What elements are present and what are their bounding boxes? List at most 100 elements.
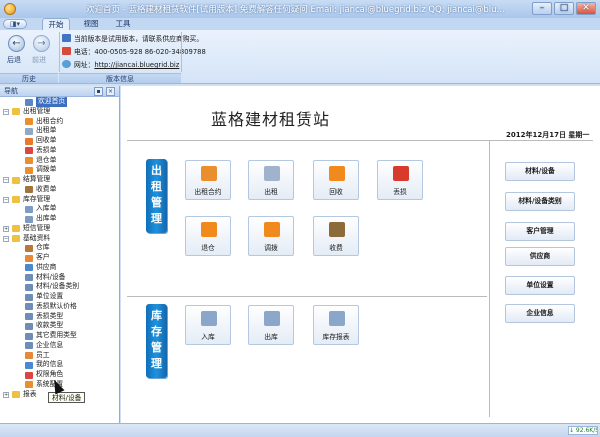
info-icon	[62, 34, 71, 42]
quick-link-button[interactable]: 企业信息	[505, 304, 575, 323]
forward-button[interactable]: →	[33, 35, 50, 52]
navigation-tree: 欢迎首页 − 出租管理 出租合约 出租单 回收单 丢损单 退仓单 调拨单 − 结算管理 收费单 − 库存管…	[0, 97, 119, 399]
expand-icon[interactable]: +	[3, 391, 9, 398]
tree-item-label: 供应商	[36, 262, 57, 271]
tree-item[interactable]: 丢损单	[0, 146, 119, 156]
tab-start[interactable]: 开始	[42, 18, 70, 30]
tree-folder[interactable]: − 出租管理	[0, 107, 119, 117]
status-bar: ↓ 92.6K/S ↑	[0, 423, 600, 437]
tile-stock-in[interactable]: 入库	[185, 305, 231, 345]
tree-item[interactable]: 收费单	[0, 185, 119, 195]
contract-icon	[201, 166, 217, 181]
tree-item[interactable]: 供应商	[0, 263, 119, 273]
tree-item[interactable]: 出租单	[0, 126, 119, 136]
tree-item[interactable]: 企业信息	[0, 341, 119, 351]
page-title: 蓝格建材租赁站	[211, 110, 331, 129]
tree-item-label: 其它费用类型	[36, 331, 77, 339]
tile-label: 收费	[329, 244, 343, 252]
document-icon	[25, 127, 33, 135]
tree-item-label: 出租管理	[23, 106, 51, 115]
tree-item[interactable]: 员工	[0, 351, 119, 361]
tab-view[interactable]: 视图	[78, 18, 104, 30]
moneybag-icon	[329, 222, 345, 237]
tree-item[interactable]: 客户	[0, 253, 119, 263]
tile-label: 丢损	[393, 188, 407, 196]
tile-stock-out[interactable]: 出库	[248, 305, 294, 345]
tree-item[interactable]: 我的信息	[0, 360, 119, 370]
quick-link-button[interactable]: 材料/设备	[505, 162, 575, 181]
collapse-icon[interactable]: −	[3, 235, 9, 242]
tile-report[interactable]: 库存报表	[313, 305, 359, 345]
ribbon-tab-bar: ◨▾ 开始 视图 工具	[0, 18, 600, 30]
minimize-button[interactable]: –	[532, 2, 552, 15]
recycle-icon	[329, 166, 345, 181]
collapse-icon[interactable]: −	[3, 177, 9, 183]
tree-item[interactable]: 丢损默认价格	[0, 302, 119, 312]
tab-tools[interactable]: 工具	[110, 18, 136, 30]
tile-contract[interactable]: 出租合约	[185, 160, 231, 200]
arrow-left-icon: ←	[12, 38, 21, 49]
tree-item[interactable]: 其它费用类型	[0, 331, 119, 341]
quick-link-button[interactable]: 单位设置	[505, 276, 575, 295]
tree-item-label: 单位设置	[36, 292, 64, 300]
quick-link-button[interactable]: 供应商	[505, 247, 575, 266]
app-logo-icon[interactable]	[4, 3, 16, 15]
tree-item[interactable]: 收款类型	[0, 321, 119, 331]
return-icon	[25, 157, 33, 164]
tile-rent[interactable]: 出租	[248, 160, 294, 200]
tree-item-label: 收款类型	[36, 321, 64, 330]
tree-item-label: 材料/设备	[36, 272, 66, 281]
sidebar-title: 导航	[4, 87, 18, 95]
tile-return[interactable]: 退仓	[185, 216, 231, 256]
tile-moneybag[interactable]: 收费	[313, 216, 359, 256]
tree-item[interactable]: 材料/设备类别	[0, 282, 119, 292]
tree-item-label: 我的信息	[36, 360, 64, 369]
sidebar-close-button[interactable]: ×	[106, 87, 115, 96]
tree-item[interactable]: 调拨单	[0, 165, 119, 175]
tree-item-label: 丢损类型	[36, 311, 64, 320]
collapse-icon[interactable]: −	[3, 196, 9, 203]
tile-recycle[interactable]: 回收	[313, 160, 359, 200]
customer-icon	[25, 254, 33, 262]
tile-label: 出租	[264, 188, 278, 196]
tree-folder[interactable]: + 短信管理	[0, 224, 119, 234]
transfer-icon	[264, 222, 280, 237]
tree-item[interactable]: 单位设置	[0, 292, 119, 302]
tree-item[interactable]: 权限角色	[0, 370, 119, 380]
tree-item[interactable]: 回收单	[0, 136, 119, 146]
tree-item[interactable]: 欢迎首页	[0, 97, 119, 107]
quick-link-button[interactable]: 材料/设备类别	[505, 192, 575, 211]
folder-icon	[12, 108, 20, 116]
tree-item[interactable]: 出库单	[0, 214, 119, 224]
tree-item[interactable]: 材料/设备	[0, 273, 119, 283]
tile-damage[interactable]: 丢损	[377, 160, 423, 200]
expand-icon[interactable]: +	[3, 225, 9, 232]
divider	[127, 296, 487, 297]
history-group: ← → 后退 前进 历史	[0, 30, 58, 83]
tree-item[interactable]: 仓库	[0, 243, 119, 253]
profile-icon	[25, 361, 33, 369]
collapse-icon[interactable]: −	[3, 108, 9, 115]
tree-item[interactable]: 出租合约	[0, 117, 119, 127]
website-link[interactable]: http://jiancai.bluegrid.biz	[94, 61, 179, 69]
quick-access-menu-button[interactable]: ◨▾	[3, 19, 27, 29]
close-button[interactable]: ✕	[576, 2, 596, 15]
quick-link-button[interactable]: 客户管理	[505, 222, 575, 241]
role-icon	[25, 371, 33, 379]
back-button[interactable]: ←	[8, 35, 25, 52]
tooltip: 材料/设备	[48, 392, 86, 403]
sidebar-pin-button[interactable]: ▪	[94, 87, 103, 96]
maximize-button[interactable]: □	[554, 2, 574, 15]
tree-folder[interactable]: − 结算管理	[0, 175, 119, 185]
navigation-sidebar: 导航 ▪ × 欢迎首页 − 出租管理 出租合约 出租单 回收单 丢损单 退仓单 调拨单 − 结算管理…	[0, 86, 120, 423]
tree-item[interactable]: 入库单	[0, 204, 119, 214]
tree-item[interactable]: 丢损类型	[0, 312, 119, 322]
transfer-icon	[25, 166, 33, 174]
forward-label: 前进	[32, 56, 46, 64]
tree-folder[interactable]: − 基础资料	[0, 234, 119, 244]
tree-item-label: 丢损单	[36, 145, 57, 154]
tile-transfer[interactable]: 调拨	[248, 216, 294, 256]
tree-item-label: 客户	[36, 253, 50, 261]
tree-item[interactable]: 退仓单	[0, 156, 119, 166]
tree-folder[interactable]: − 库存管理	[0, 195, 119, 205]
